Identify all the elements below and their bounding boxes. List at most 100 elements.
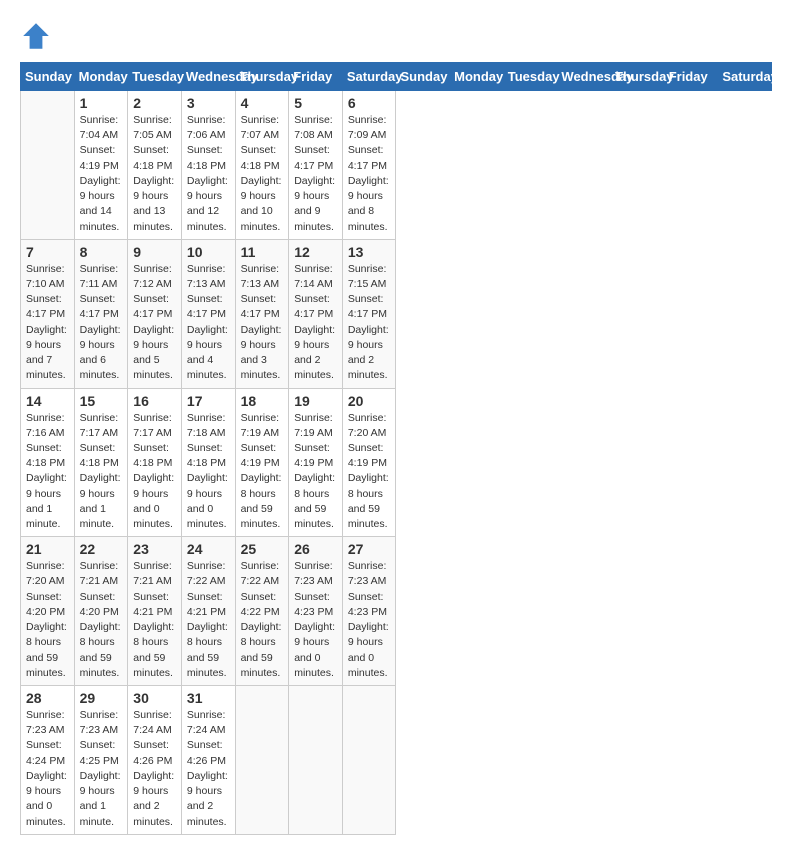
day-cell: 16 Sunrise: 7:17 AMSunset: 4:18 PMDayligh… — [128, 388, 182, 537]
col-header-tuesday: Tuesday — [503, 63, 557, 91]
day-info: Sunrise: 7:23 AMSunset: 4:23 PMDaylight:… — [348, 559, 391, 681]
day-cell: 12 Sunrise: 7:14 AMSunset: 4:17 PMDayligh… — [289, 239, 343, 388]
day-info: Sunrise: 7:10 AMSunset: 4:17 PMDaylight:… — [26, 262, 69, 384]
day-cell — [289, 686, 343, 835]
day-info: Sunrise: 7:22 AMSunset: 4:21 PMDaylight:… — [187, 559, 230, 681]
day-number: 19 — [294, 393, 337, 409]
day-number: 18 — [241, 393, 284, 409]
day-cell: 7 Sunrise: 7:10 AMSunset: 4:17 PMDaylight… — [21, 239, 75, 388]
week-row-5: 28 Sunrise: 7:23 AMSunset: 4:24 PMDayligh… — [21, 686, 772, 835]
day-cell: 5 Sunrise: 7:08 AMSunset: 4:17 PMDaylight… — [289, 91, 343, 240]
day-number: 27 — [348, 541, 391, 557]
day-cell: 6Sunrise: 7:09 AMSunset: 4:17 PMDaylight… — [342, 91, 396, 240]
col-header-friday: Friday — [664, 63, 718, 91]
day-info: Sunrise: 7:19 AMSunset: 4:19 PMDaylight:… — [294, 411, 337, 533]
day-cell: 27 Sunrise: 7:23 AMSunset: 4:23 PMDayligh… — [342, 537, 396, 686]
logo-icon — [20, 20, 52, 52]
day-cell: 31 Sunrise: 7:24 AMSunset: 4:26 PMDayligh… — [181, 686, 235, 835]
day-number: 16 — [133, 393, 176, 409]
week-row-3: 14Sunrise: 7:16 AMSunset: 4:18 PMDayligh… — [21, 388, 772, 537]
col-header-wednesday: Wednesday — [557, 63, 611, 91]
col-header-saturday: Saturday — [718, 63, 772, 91]
day-cell: 14Sunrise: 7:16 AMSunset: 4:18 PMDayligh… — [21, 388, 75, 537]
day-number: 10 — [187, 244, 230, 260]
day-number: 25 — [241, 541, 284, 557]
day-number: 23 — [133, 541, 176, 557]
day-number: 24 — [187, 541, 230, 557]
day-cell: 3 Sunrise: 7:06 AMSunset: 4:18 PMDaylight… — [181, 91, 235, 240]
day-number: 28 — [26, 690, 69, 706]
day-number: 2 — [133, 95, 176, 111]
day-cell: 23 Sunrise: 7:21 AMSunset: 4:21 PMDayligh… — [128, 537, 182, 686]
day-cell: 13 Sunrise: 7:15 AMSunset: 4:17 PMDayligh… — [342, 239, 396, 388]
day-cell: 29 Sunrise: 7:23 AMSunset: 4:25 PMDayligh… — [74, 686, 128, 835]
day-info: Sunrise: 7:23 AMSunset: 4:23 PMDaylight:… — [294, 559, 337, 681]
day-info: Sunrise: 7:23 AMSunset: 4:24 PMDaylight:… — [26, 708, 69, 830]
day-info: Sunrise: 7:12 AMSunset: 4:17 PMDaylight:… — [133, 262, 176, 384]
col-header-sunday: Sunday — [396, 63, 450, 91]
day-number: 5 — [294, 95, 337, 111]
day-number: 26 — [294, 541, 337, 557]
week-row-1: 1 Sunrise: 7:04 AMSunset: 4:19 PMDaylight… — [21, 91, 772, 240]
day-cell: 30 Sunrise: 7:24 AMSunset: 4:26 PMDayligh… — [128, 686, 182, 835]
day-number: 7 — [26, 244, 69, 260]
day-info: Sunrise: 7:04 AMSunset: 4:19 PMDaylight:… — [80, 113, 123, 235]
day-info: Sunrise: 7:05 AMSunset: 4:18 PMDaylight:… — [133, 113, 176, 235]
col-header-tuesday: Tuesday — [128, 63, 182, 91]
day-number: 1 — [80, 95, 123, 111]
day-info: Sunrise: 7:08 AMSunset: 4:17 PMDaylight:… — [294, 113, 337, 235]
day-cell: 28 Sunrise: 7:23 AMSunset: 4:24 PMDayligh… — [21, 686, 75, 835]
day-cell: 11Sunrise: 7:13 AMSunset: 4:17 PMDayligh… — [235, 239, 289, 388]
week-row-2: 7 Sunrise: 7:10 AMSunset: 4:17 PMDaylight… — [21, 239, 772, 388]
day-info: Sunrise: 7:18 AMSunset: 4:18 PMDaylight:… — [187, 411, 230, 533]
day-number: 31 — [187, 690, 230, 706]
day-number: 13 — [348, 244, 391, 260]
day-cell: 26 Sunrise: 7:23 AMSunset: 4:23 PMDayligh… — [289, 537, 343, 686]
day-info: Sunrise: 7:20 AMSunset: 4:19 PMDaylight:… — [348, 411, 391, 533]
day-info: Sunrise: 7:20 AMSunset: 4:20 PMDaylight:… — [26, 559, 69, 681]
day-number: 21 — [26, 541, 69, 557]
day-info: Sunrise: 7:24 AMSunset: 4:26 PMDaylight:… — [133, 708, 176, 830]
day-cell: 24 Sunrise: 7:22 AMSunset: 4:21 PMDayligh… — [181, 537, 235, 686]
day-info: Sunrise: 7:17 AMSunset: 4:18 PMDaylight:… — [133, 411, 176, 533]
day-cell: 2 Sunrise: 7:05 AMSunset: 4:18 PMDaylight… — [128, 91, 182, 240]
day-info: Sunrise: 7:22 AMSunset: 4:22 PMDaylight:… — [241, 559, 284, 681]
day-info: Sunrise: 7:13 AMSunset: 4:17 PMDaylight:… — [187, 262, 230, 384]
day-cell — [235, 686, 289, 835]
day-info: Sunrise: 7:24 AMSunset: 4:26 PMDaylight:… — [187, 708, 230, 830]
col-header-wednesday: Wednesday — [181, 63, 235, 91]
week-row-4: 21 Sunrise: 7:20 AMSunset: 4:20 PMDayligh… — [21, 537, 772, 686]
day-cell: 1 Sunrise: 7:04 AMSunset: 4:19 PMDaylight… — [74, 91, 128, 240]
day-info: Sunrise: 7:15 AMSunset: 4:17 PMDaylight:… — [348, 262, 391, 384]
day-info: Sunrise: 7:13 AMSunset: 4:17 PMDaylight:… — [241, 262, 284, 384]
logo — [20, 20, 56, 52]
day-number: 29 — [80, 690, 123, 706]
day-cell: 19 Sunrise: 7:19 AMSunset: 4:19 PMDayligh… — [289, 388, 343, 537]
day-info: Sunrise: 7:21 AMSunset: 4:21 PMDaylight:… — [133, 559, 176, 681]
col-header-friday: Friday — [289, 63, 343, 91]
day-cell: 22Sunrise: 7:21 AMSunset: 4:20 PMDayligh… — [74, 537, 128, 686]
day-cell: 21 Sunrise: 7:20 AMSunset: 4:20 PMDayligh… — [21, 537, 75, 686]
day-info: Sunrise: 7:17 AMSunset: 4:18 PMDaylight:… — [80, 411, 123, 533]
day-cell: 9 Sunrise: 7:12 AMSunset: 4:17 PMDaylight… — [128, 239, 182, 388]
calendar-table: SundayMondayTuesdayWednesdayThursdayFrid… — [20, 62, 772, 835]
day-number: 3 — [187, 95, 230, 111]
day-info: Sunrise: 7:07 AMSunset: 4:18 PMDaylight:… — [241, 113, 284, 235]
day-info: Sunrise: 7:23 AMSunset: 4:25 PMDaylight:… — [80, 708, 123, 830]
col-header-monday: Monday — [450, 63, 504, 91]
day-number: 30 — [133, 690, 176, 706]
day-info: Sunrise: 7:16 AMSunset: 4:18 PMDaylight:… — [26, 411, 69, 533]
day-info: Sunrise: 7:14 AMSunset: 4:17 PMDaylight:… — [294, 262, 337, 384]
col-header-monday: Monday — [74, 63, 128, 91]
col-header-thursday: Thursday — [235, 63, 289, 91]
day-cell: 4Sunrise: 7:07 AMSunset: 4:18 PMDaylight… — [235, 91, 289, 240]
page-header — [20, 20, 772, 52]
day-cell: 15Sunrise: 7:17 AMSunset: 4:18 PMDayligh… — [74, 388, 128, 537]
day-number: 9 — [133, 244, 176, 260]
day-number: 20 — [348, 393, 391, 409]
day-info: Sunrise: 7:06 AMSunset: 4:18 PMDaylight:… — [187, 113, 230, 235]
day-number: 12 — [294, 244, 337, 260]
day-cell: 17Sunrise: 7:18 AMSunset: 4:18 PMDayligh… — [181, 388, 235, 537]
day-cell — [21, 91, 75, 240]
day-cell: 18Sunrise: 7:19 AMSunset: 4:19 PMDayligh… — [235, 388, 289, 537]
